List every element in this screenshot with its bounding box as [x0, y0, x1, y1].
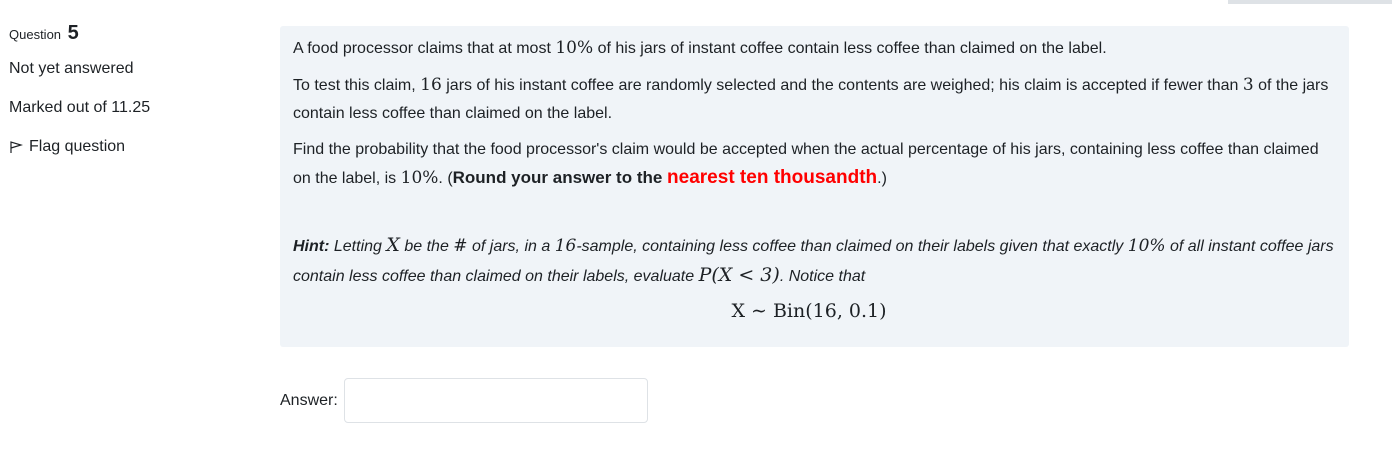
question-grade: Marked out of 11.25 — [9, 99, 151, 116]
math-probability: P(X < 3) — [698, 264, 780, 286]
text: of jars, in a — [467, 238, 555, 255]
answer-row: Answer: — [280, 378, 648, 423]
answer-input[interactable] — [343, 378, 648, 423]
answer-label: Answer: — [280, 391, 338, 409]
question-state: Not yet answered — [9, 60, 134, 77]
math-percent: 10% — [555, 38, 594, 58]
text: Letting — [329, 238, 387, 255]
math-sample-size: 16 — [554, 236, 577, 256]
question-paragraph-2: To test this claim, 16 jars of his insta… — [293, 71, 1335, 128]
text: A food processor claims that at most — [293, 40, 556, 57]
instruction-bold: Round your answer to the — [452, 168, 668, 187]
text: . Notice that — [779, 268, 866, 285]
flag-question-label: Flag question — [29, 138, 126, 155]
question-paragraph-1: A food processor claims that at most 10%… — [293, 34, 1335, 63]
text: of his jars of instant coffee contain le… — [593, 40, 1107, 57]
text: -sample, containing less coffee than cla… — [576, 238, 1128, 255]
question-label: Question — [9, 27, 62, 42]
text: .) — [877, 170, 887, 187]
instruction-highlight: nearest ten thousandth — [667, 167, 878, 188]
text: jars of his instant coffee are randomly … — [441, 77, 1243, 94]
math-percent: 10% — [1127, 236, 1166, 256]
question-number-value: 5 — [67, 22, 79, 44]
math-hash: # — [453, 236, 468, 256]
top-bar — [1228, 0, 1392, 4]
text: To test this claim, — [293, 77, 421, 94]
hint-label: Hint: — [293, 238, 330, 255]
question-text: A food processor claims that at most 10%… — [280, 26, 1349, 347]
hint-text: Hint: Letting X be the # of jars, in a 1… — [293, 231, 1335, 291]
question-paragraph-3: Find the probability that the food proce… — [293, 136, 1335, 193]
flag-icon — [10, 141, 23, 153]
math-sample-size: 16 — [420, 75, 442, 95]
question-number: Question 5 — [9, 22, 259, 45]
flag-question-link[interactable]: Flag question — [9, 138, 125, 156]
math-percent: 10% — [400, 168, 439, 188]
text: be the — [399, 238, 454, 255]
text: . ( — [438, 170, 453, 187]
math-threshold: 3 — [1242, 75, 1254, 95]
math-variable: X — [386, 234, 400, 256]
question-info: Question 5 Not yet answered Marked out o… — [9, 22, 259, 155]
distribution-formula: X ∼ Bin(16, 0.1) — [731, 300, 887, 322]
